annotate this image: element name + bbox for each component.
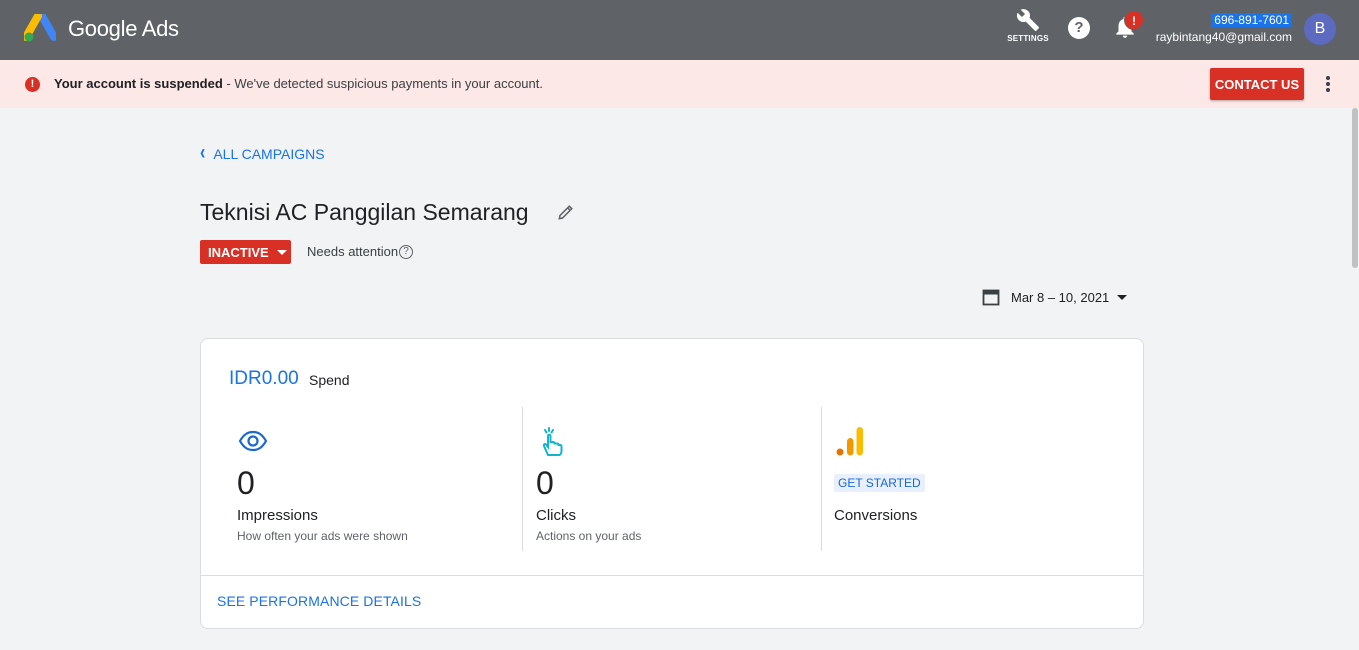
brand-name[interactable]: Google Ads bbox=[68, 16, 179, 42]
date-range-label: Mar 8 – 10, 2021 bbox=[1011, 289, 1110, 305]
eye-icon bbox=[238, 430, 268, 452]
account-id: 696-891-7601 bbox=[1211, 13, 1292, 27]
more-options-icon[interactable] bbox=[1320, 74, 1336, 94]
caret-down-icon bbox=[1117, 294, 1128, 300]
metric-divider bbox=[522, 407, 523, 551]
suspension-alert-banner: ! Your account is suspended - We've dete… bbox=[0, 60, 1359, 108]
all-campaigns-label: ALL CAMPAIGNS bbox=[213, 146, 325, 162]
impressions-metric: 0 Impressions How often your ads were sh… bbox=[237, 407, 517, 551]
clicks-value: 0 bbox=[536, 465, 554, 501]
clicks-label: Clicks bbox=[536, 507, 576, 524]
status-note: Needs attention bbox=[307, 244, 399, 259]
page-title: Teknisi AC Panggilan Semarang bbox=[200, 199, 529, 225]
impressions-label: Impressions bbox=[237, 507, 318, 524]
card-divider bbox=[201, 575, 1143, 576]
settings-label: SETTINGS bbox=[1007, 34, 1049, 43]
alert-detail: - We've detected suspicious payments in … bbox=[222, 76, 543, 91]
notification-badge: ! bbox=[1124, 10, 1144, 30]
calendar-icon bbox=[982, 289, 1000, 306]
account-email: raybintang40@gmail.com bbox=[1155, 30, 1292, 44]
impressions-value: 0 bbox=[237, 465, 255, 501]
conversion-bars-icon bbox=[836, 427, 863, 456]
get-started-button[interactable]: GET STARTED bbox=[834, 474, 925, 492]
chevron-left-icon: ‹ bbox=[200, 142, 206, 165]
alert-message: Your account is suspended - We've detect… bbox=[54, 76, 543, 91]
conversions-metric: GET STARTED Conversions bbox=[834, 407, 1114, 551]
status-label: INACTIVE bbox=[208, 244, 269, 260]
help-icon[interactable]: ? bbox=[1068, 17, 1090, 39]
clicks-metric: 0 Clicks Actions on your ads bbox=[536, 407, 816, 551]
see-performance-details-link[interactable]: SEE PERFORMANCE DETAILS bbox=[217, 593, 421, 609]
account-info[interactable]: 696-891-7601 raybintang40@gmail.com bbox=[1156, 11, 1292, 44]
impressions-description: How often your ads were shown bbox=[237, 529, 408, 543]
top-app-bar: Google Ads SETTINGS ? ! 696-891-7601 ray… bbox=[0, 0, 1359, 60]
conversions-label: Conversions bbox=[834, 507, 918, 524]
spend-value: IDR0.00 bbox=[229, 368, 299, 389]
settings-button[interactable]: SETTINGS bbox=[1006, 8, 1050, 52]
performance-summary-card: IDR0.00 Spend 0 Impressions How often yo… bbox=[200, 338, 1144, 629]
clicks-description: Actions on your ads bbox=[536, 529, 642, 543]
avatar[interactable]: B bbox=[1304, 13, 1336, 45]
tap-hand-icon bbox=[542, 427, 563, 456]
google-ads-logo-icon[interactable] bbox=[24, 14, 56, 42]
campaign-status-dropdown[interactable]: INACTIVE bbox=[200, 240, 291, 264]
date-range-picker[interactable]: Mar 8 – 10, 2021 bbox=[982, 288, 1128, 306]
error-icon: ! bbox=[25, 77, 40, 92]
alert-title: Your account is suspended bbox=[54, 76, 223, 91]
help-circle-icon[interactable]: ? bbox=[399, 245, 413, 259]
metric-divider bbox=[821, 407, 822, 551]
contact-us-button[interactable]: CONTACT US bbox=[1210, 68, 1304, 100]
wrench-icon bbox=[1016, 9, 1039, 31]
page-scrollbar-thumb[interactable] bbox=[1352, 108, 1358, 268]
edit-pencil-icon[interactable] bbox=[556, 202, 576, 222]
caret-down-icon bbox=[276, 249, 287, 255]
spend-label: Spend bbox=[309, 372, 350, 388]
all-campaigns-link[interactable]: ‹ ALL CAMPAIGNS bbox=[200, 142, 325, 165]
